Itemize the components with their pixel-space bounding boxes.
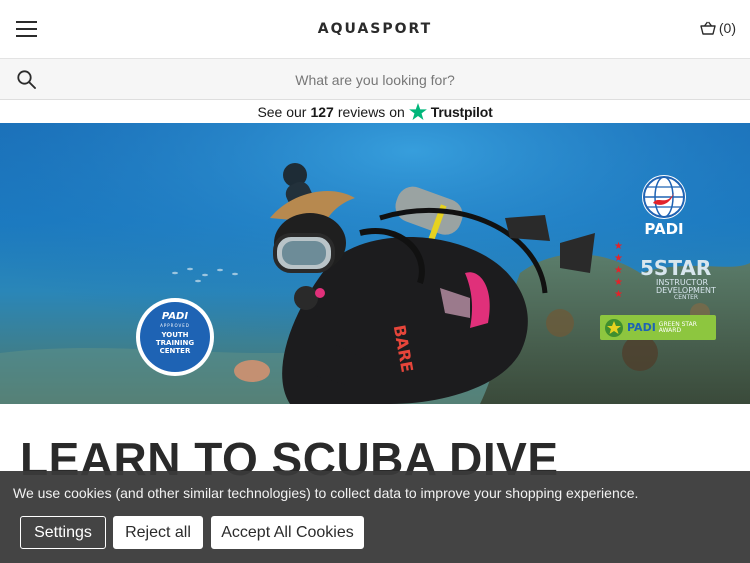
search-icon[interactable]	[17, 70, 36, 89]
site-logo[interactable]: AQUASPORT	[0, 21, 750, 37]
hero-banner[interactable]: BARE PADI APPROVED YOUTH TRAINING CENTER…	[0, 123, 750, 404]
search-input[interactable]	[50, 67, 700, 92]
cookie-message: We use cookies (and other similar techno…	[13, 485, 639, 501]
trustpilot-star-icon	[408, 103, 427, 120]
trustpilot-banner[interactable]: See our 127 reviews on Trustpilot	[0, 100, 750, 123]
basket-icon	[700, 21, 716, 35]
padi-logo: PADI	[640, 173, 690, 243]
cart-link[interactable]: (0)	[700, 20, 736, 36]
globe-icon	[642, 175, 686, 219]
cart-count: (0)	[718, 20, 736, 36]
green-star-icon	[605, 318, 623, 337]
trust-prefix: See our	[257, 103, 307, 120]
trust-suffix: reviews on	[337, 103, 405, 120]
accept-all-cookies-button[interactable]: Accept All Cookies	[211, 516, 364, 549]
trustpilot-wordmark: Trustpilot	[430, 103, 493, 120]
cookie-settings-button[interactable]: Settings	[20, 516, 106, 549]
green-star-award: PADI GREEN STAR AWARD	[600, 315, 716, 340]
search-bar	[0, 59, 750, 100]
reject-all-button[interactable]: Reject all	[113, 516, 203, 549]
padi-youth-badge: PADI APPROVED YOUTH TRAINING CENTER	[136, 298, 214, 376]
site-header: AQUASPORT (0)	[0, 0, 750, 59]
cookie-banner: We use cookies (and other similar techno…	[0, 471, 750, 563]
red-stars-icon: ★ ★ ★ ★ ★	[614, 241, 623, 300]
review-count: 127	[310, 103, 334, 120]
five-star-badge: ★ ★ ★ ★ ★ 5STAR INSTRUCTOR DEVELOPMENT CENTE…	[614, 241, 716, 301]
